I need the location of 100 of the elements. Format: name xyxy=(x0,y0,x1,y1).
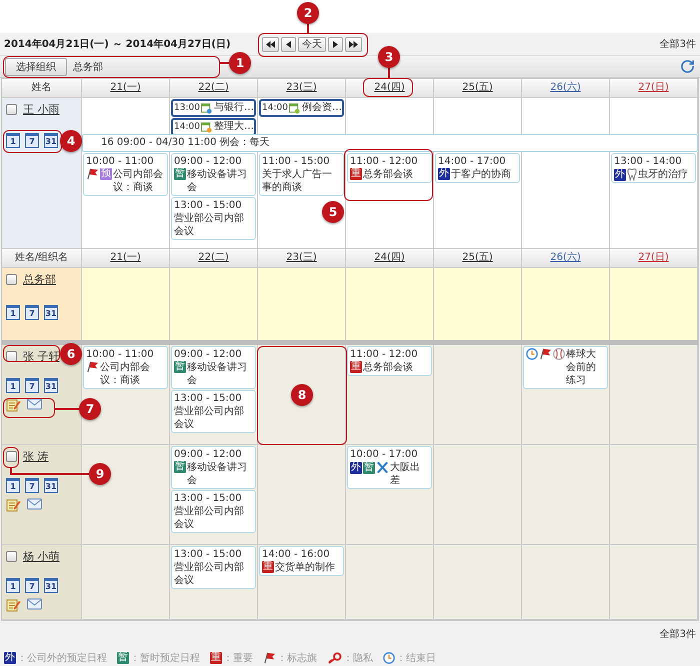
calendar-view-button[interactable]: 31 xyxy=(44,378,58,393)
checkbox[interactable] xyxy=(6,351,17,362)
event-card[interactable]: 14:00 - 17:00 外 于客户的协商 xyxy=(435,153,520,183)
event-title: 整理大… xyxy=(214,121,254,133)
calendar-icon xyxy=(288,102,300,114)
memo-icon[interactable] xyxy=(6,598,21,612)
key-icon xyxy=(327,652,342,664)
event-time: 10:00 - 11:00 xyxy=(86,348,155,361)
event-title: 虫牙的治疗 xyxy=(638,168,689,181)
double-right-arrow-icon xyxy=(349,40,358,48)
event-card[interactable]: 11:00 - 12:00 重 总务部会谈 xyxy=(347,153,432,183)
event-card[interactable]: 10:00 - 17:00 外 暂 大阪出差 xyxy=(347,446,432,489)
calendar-view-button[interactable]: 31 xyxy=(44,478,58,493)
event-title: 总务部会谈 xyxy=(363,361,414,374)
event-bar[interactable]: 16 09:00 - 04/30 11:00 例会：每天 xyxy=(82,134,698,152)
calendar-view-button[interactable]: 1 xyxy=(6,133,20,148)
person-name-link[interactable]: 张 子轩 xyxy=(23,349,60,364)
calendar-view-button[interactable]: 1 xyxy=(6,305,20,320)
refresh-icon[interactable] xyxy=(680,59,695,74)
memo-icon[interactable] xyxy=(6,498,21,512)
today-button[interactable]: 今天 xyxy=(298,36,326,52)
person-name-link[interactable]: 王 小雨 xyxy=(23,102,60,117)
previous-button[interactable] xyxy=(281,36,296,52)
person-name-link[interactable]: 总务部 xyxy=(23,272,56,287)
event-title: 与银行… xyxy=(214,102,254,114)
calendar-view-button[interactable]: 31 xyxy=(44,305,58,320)
calendar-view-button[interactable]: 31 xyxy=(44,133,58,148)
checkbox[interactable] xyxy=(6,551,17,562)
calendar-view-button[interactable]: 7 xyxy=(25,378,39,393)
event-title: 移动设备讲习会 xyxy=(187,361,248,387)
checkbox[interactable] xyxy=(6,274,17,285)
category-tag: 重 xyxy=(350,361,362,373)
event-card[interactable]: 13:00 - 15:00 营业部公司内部会议 xyxy=(171,197,256,240)
person-name-link[interactable]: 张 涛 xyxy=(23,449,48,464)
event-card[interactable]: 13:00 - 14:00 外 虫牙的治疗 xyxy=(611,153,696,183)
event-time: 11:00 - 12:00 xyxy=(350,155,419,168)
baseball-icon xyxy=(553,348,565,360)
event-title: 营业部公司内部会议 xyxy=(174,212,245,238)
flag-icon xyxy=(263,652,276,664)
flag-icon xyxy=(86,168,99,180)
date-range: 2014年04月21日(一) ～ 2014年04月27日(日) xyxy=(4,38,231,51)
event-time: 14:00 xyxy=(174,121,200,133)
calendar-view-button[interactable]: 7 xyxy=(25,478,39,493)
category-tag: 重 xyxy=(262,561,274,573)
mail-icon[interactable] xyxy=(27,498,42,510)
event-title: 总务部会谈 xyxy=(363,168,414,181)
event-card[interactable]: 09:00 - 12:00 暂 移动设备讲习会 xyxy=(171,153,256,196)
event-card[interactable]: 09:00 - 12:00 暂 移动设备讲习会 xyxy=(171,446,256,489)
clock-icon xyxy=(526,348,538,360)
category-tag: 暂 xyxy=(174,361,186,373)
event-card[interactable]: 11:00 - 12:00 重 总务部会谈 xyxy=(347,346,432,376)
person-name-link[interactable]: 杨 小萌 xyxy=(23,549,60,564)
calendar-view-button[interactable]: 7 xyxy=(25,133,39,148)
total-count: 全部3件 xyxy=(660,38,696,51)
tooth-icon xyxy=(627,168,637,181)
next-button[interactable] xyxy=(328,36,343,52)
calendar-view-button[interactable]: 1 xyxy=(6,478,20,493)
event-card[interactable]: 13:00 - 15:00 营业部公司内部会议 xyxy=(171,490,256,533)
last-week-button[interactable] xyxy=(345,36,362,52)
left-arrow-icon xyxy=(286,40,291,48)
calendar-view-button[interactable]: 1 xyxy=(6,578,20,593)
memo-icon[interactable] xyxy=(6,398,21,412)
event-card[interactable]: 11:00 - 15:00 关于求人广告一事的商谈 xyxy=(259,153,344,196)
calendar-view-button[interactable]: 1 xyxy=(6,378,20,393)
event-title: 移动设备讲习会 xyxy=(187,168,248,194)
banner-event[interactable]: 14:00 例会资… xyxy=(259,99,344,117)
event-card[interactable]: 13:00 - 15:00 营业部公司内部会议 xyxy=(171,390,256,433)
event-card[interactable]: 09:00 - 12:00 暂 移动设备讲习会 xyxy=(171,346,256,389)
category-tag: 外 xyxy=(4,652,16,664)
callout-number: 3 xyxy=(378,46,400,68)
event-time: 09:00 - 12:00 xyxy=(174,448,243,461)
checkbox[interactable] xyxy=(6,104,17,115)
mail-icon[interactable] xyxy=(27,398,42,410)
flag-icon xyxy=(539,348,552,360)
select-org-button[interactable]: 选择组织 xyxy=(5,58,67,76)
event-card[interactable]: 13:00 - 15:00 营业部公司内部会议 xyxy=(171,546,256,589)
event-title: 大阪出差 xyxy=(390,461,421,487)
mail-icon[interactable] xyxy=(27,598,42,610)
banner-event[interactable]: 13:00 与银行… xyxy=(171,99,256,117)
calendar-view-button[interactable]: 31 xyxy=(44,578,58,593)
event-card[interactable]: 10:00 - 11:00 公司内部会议：商谈 xyxy=(83,346,168,389)
event-time: 13:00 - 15:00 xyxy=(174,199,243,212)
first-week-button[interactable] xyxy=(262,36,279,52)
column-header: 姓名 xyxy=(2,79,82,98)
calendar-view-button[interactable]: 7 xyxy=(25,305,39,320)
legend-label: ：标志旗 xyxy=(277,652,317,665)
event-card[interactable]: 14:00 - 16:00 重 交货单的制作 xyxy=(259,546,344,576)
event-title: 交货单的制作 xyxy=(275,561,336,574)
event-card[interactable]: 棒球大会前的练习 xyxy=(523,346,608,389)
event-title: 移动设备讲习会 xyxy=(187,461,248,487)
legend-label: ：隐私 xyxy=(343,652,373,665)
checkbox[interactable] xyxy=(6,451,17,462)
event-title: 关于求人广告一事的商谈 xyxy=(262,168,333,194)
event-time: 13:00 - 15:00 xyxy=(174,492,243,505)
event-card[interactable]: 10:00 - 11:00 预 公司内部会议：商谈 xyxy=(83,153,168,196)
right-arrow-icon xyxy=(333,40,338,48)
event-time: 13:00 - 15:00 xyxy=(174,392,243,405)
event-time: 13:00 - 14:00 xyxy=(614,155,683,168)
calendar-view-button[interactable]: 7 xyxy=(25,578,39,593)
callout-frame xyxy=(3,398,55,418)
